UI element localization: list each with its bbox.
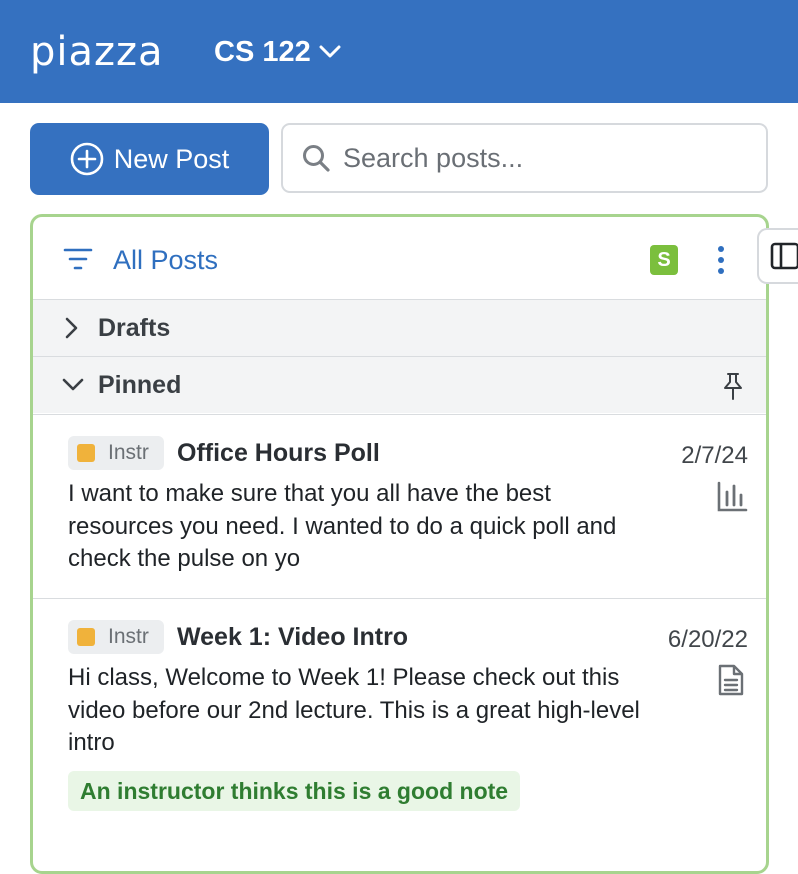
- drafts-label: Drafts: [98, 314, 171, 342]
- chevron-right-icon: [63, 316, 79, 340]
- post-date: 6/20/22: [667, 626, 748, 653]
- search-box[interactable]: [281, 123, 768, 193]
- sidebar-panel-icon: [770, 241, 798, 271]
- plus-circle-icon: [70, 142, 104, 176]
- instructor-color-marker: [77, 628, 95, 646]
- post-feed-panel: All Posts S Drafts Pinned Instr Office H…: [30, 214, 769, 874]
- post-title: Office Hours Poll: [177, 439, 380, 467]
- instructor-tag: Instr: [68, 620, 164, 654]
- poll-icon: [715, 480, 749, 514]
- post-date: 2/7/24: [681, 442, 748, 469]
- pin-icon: [721, 371, 745, 401]
- post-item[interactable]: Instr Week 1: Video Intro 6/20/22 Hi cla…: [33, 598, 766, 838]
- more-options-icon[interactable]: [716, 245, 726, 275]
- course-selector[interactable]: CS 122: [214, 34, 341, 70]
- sidebar-toggle-button[interactable]: [757, 228, 798, 284]
- chevron-down-icon: [61, 377, 85, 393]
- pinned-section[interactable]: Pinned: [33, 356, 766, 413]
- chevron-down-icon: [319, 45, 341, 59]
- post-snippet: I want to make sure that you all have th…: [68, 480, 617, 572]
- status-badge[interactable]: S: [650, 245, 678, 275]
- filter-icon[interactable]: [63, 247, 93, 271]
- instructor-tag-label: Instr: [108, 441, 149, 464]
- drafts-section[interactable]: Drafts: [33, 299, 766, 356]
- search-icon: [301, 143, 331, 173]
- note-icon: [715, 663, 747, 697]
- feed-header: All Posts S: [33, 217, 766, 299]
- top-navigation-bar: piazza CS 122: [0, 0, 798, 103]
- post-snippet: Hi class, Welcome to Week 1! Please chec…: [68, 664, 640, 756]
- pinned-label: Pinned: [98, 371, 182, 399]
- good-note-endorsement: An instructor thinks this is a good note: [68, 771, 521, 811]
- new-post-button[interactable]: New Post: [30, 123, 269, 195]
- search-input[interactable]: [341, 141, 745, 175]
- instructor-tag: Instr: [68, 436, 164, 470]
- post-title: Week 1: Video Intro: [177, 623, 409, 651]
- all-posts-filter[interactable]: All Posts: [113, 244, 218, 276]
- instructor-tag-label: Instr: [108, 625, 149, 648]
- new-post-label: New Post: [113, 143, 230, 174]
- instructor-color-marker: [77, 444, 95, 462]
- course-name: CS 122: [214, 36, 311, 68]
- post-item[interactable]: Instr Office Hours Poll 2/7/24 I want to…: [33, 414, 766, 598]
- piazza-logo[interactable]: piazza: [30, 26, 164, 78]
